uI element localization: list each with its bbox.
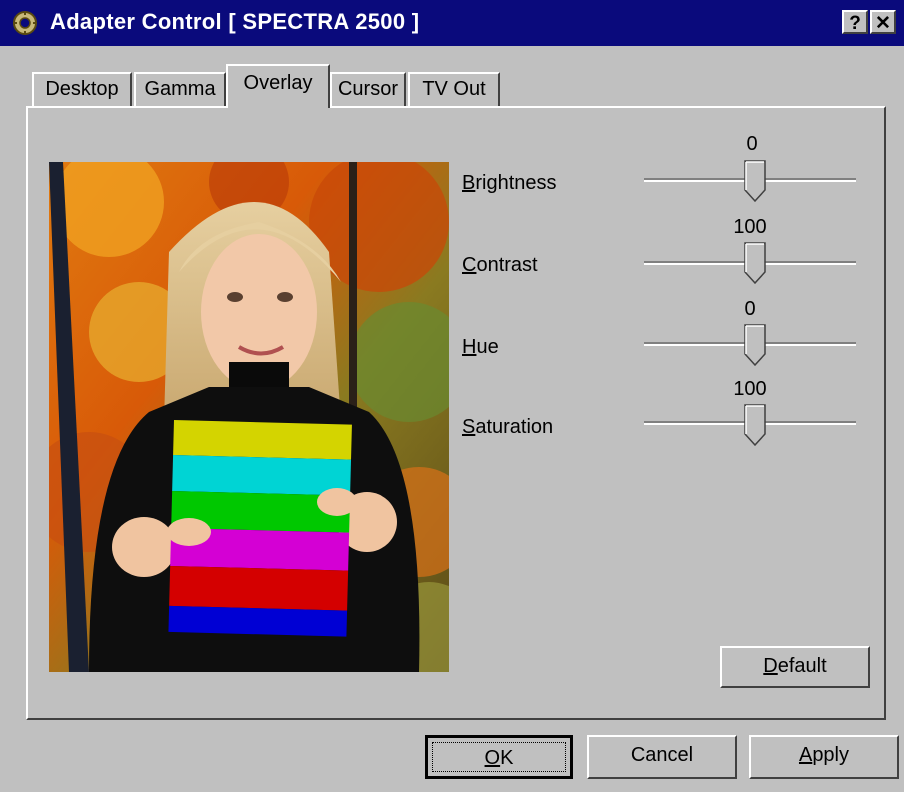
cancel-button[interactable]: Cancel xyxy=(587,735,737,779)
ok-label-rest: K xyxy=(500,747,514,769)
saturation-accel: S xyxy=(462,416,476,438)
overlay-preview-image xyxy=(49,162,449,672)
ok-focus-rect: OK xyxy=(432,742,566,772)
hue-label: Hue xyxy=(462,336,499,359)
brightness-label: Brightness xyxy=(462,172,557,195)
title-bar: Adapter Control [ SPECTRA 2500 ] ? ✕ xyxy=(0,0,904,46)
contrast-label: Contrast xyxy=(462,254,538,277)
tab-gamma[interactable]: Gamma xyxy=(134,72,226,106)
hue-slider-thumb[interactable] xyxy=(744,324,766,366)
help-icon: ? xyxy=(849,13,861,34)
brightness-label-rest: rightness xyxy=(475,172,557,194)
apply-accel: A xyxy=(798,744,813,766)
adapter-gear-icon xyxy=(13,11,37,35)
brightness-accel: B xyxy=(462,172,476,194)
saturation-slider-thumb[interactable] xyxy=(744,404,766,446)
saturation-label-rest: aturation xyxy=(475,416,554,438)
window-title: Adapter Control [ SPECTRA 2500 ] xyxy=(50,9,420,34)
saturation-value: 100 xyxy=(733,378,767,400)
help-button[interactable]: ? xyxy=(842,10,868,34)
contrast-value: 100 xyxy=(733,216,767,238)
saturation-label: Saturation xyxy=(462,416,553,439)
close-button[interactable]: ✕ xyxy=(870,10,896,34)
tab-label: Desktop xyxy=(45,78,119,100)
hue-value: 0 xyxy=(744,298,756,320)
tab-label: Cursor xyxy=(337,78,398,100)
ok-accel: O xyxy=(484,747,501,769)
apply-button[interactable]: Apply xyxy=(749,735,899,779)
tab-cursor[interactable]: Cursor xyxy=(330,72,406,106)
default-button[interactable]: Default xyxy=(720,646,870,688)
preview-illustration xyxy=(49,162,449,672)
tab-label: TV Out xyxy=(422,78,486,100)
brightness-slider-thumb[interactable] xyxy=(744,160,766,202)
tab-label: Gamma xyxy=(144,78,216,100)
contrast-label-rest: ontrast xyxy=(476,254,538,276)
brightness-value: 0 xyxy=(746,133,758,155)
contrast-slider-thumb[interactable] xyxy=(744,242,766,284)
contrast-accel: C xyxy=(462,254,477,276)
tab-desktop[interactable]: Desktop xyxy=(32,72,132,106)
hue-accel: H xyxy=(462,336,477,358)
tab-overlay[interactable]: Overlay xyxy=(226,64,330,108)
close-icon: ✕ xyxy=(875,13,891,34)
tab-tv-out[interactable]: TV Out xyxy=(408,72,500,106)
default-label-rest: efault xyxy=(777,655,827,677)
default-accel: D xyxy=(763,655,778,677)
apply-label-rest: pply xyxy=(812,744,850,766)
tab-label: Overlay xyxy=(243,72,313,94)
ok-button[interactable]: OK xyxy=(425,735,573,779)
cancel-label: Cancel xyxy=(630,744,694,766)
hue-label-rest: ue xyxy=(476,336,499,358)
